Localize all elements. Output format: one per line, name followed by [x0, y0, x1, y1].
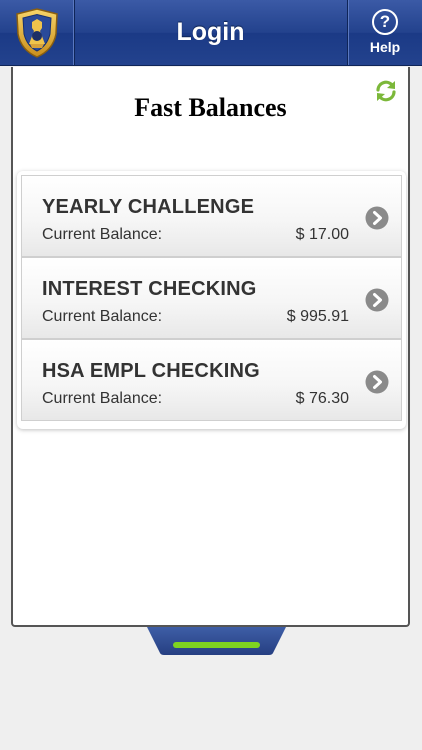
- top-nav-bar: Login ? Help: [0, 0, 422, 66]
- account-row-yearly-challenge[interactable]: YEARLY CHALLENGE Current Balance: $ 17.0…: [21, 175, 402, 257]
- chevron-right-icon: [365, 370, 389, 394]
- chevron-right-icon: [365, 288, 389, 312]
- help-button[interactable]: ? Help: [347, 0, 422, 65]
- balance-label: Current Balance:: [42, 390, 163, 407]
- help-icon: ?: [372, 9, 398, 35]
- bottom-drawer-tab[interactable]: [147, 627, 286, 655]
- account-name: HSA EMPL CHECKING: [42, 360, 260, 382]
- fast-balances-panel: Fast Balances YEARLY CHALLENGE Current B…: [11, 67, 410, 627]
- shield-logo-icon: [16, 7, 58, 58]
- balance-value: $ 17.00: [295, 226, 349, 243]
- balance-label: Current Balance:: [42, 226, 163, 243]
- refresh-icon[interactable]: [374, 79, 398, 103]
- help-label: Help: [369, 39, 401, 55]
- balance-value: $ 76.30: [295, 390, 349, 407]
- panel-title: Fast Balances: [134, 93, 287, 122]
- drawer-handle-icon: [173, 642, 260, 648]
- account-name: INTEREST CHECKING: [42, 278, 257, 300]
- account-list: YEARLY CHALLENGE Current Balance: $ 17.0…: [17, 171, 406, 429]
- account-row-interest-checking[interactable]: INTEREST CHECKING Current Balance: $ 995…: [21, 257, 402, 339]
- logo-button[interactable]: [0, 0, 75, 65]
- page-title: Login: [176, 18, 245, 46]
- balance-label: Current Balance:: [42, 308, 163, 325]
- chevron-right-icon: [365, 206, 389, 230]
- balance-value: $ 995.91: [286, 308, 349, 325]
- account-name: YEARLY CHALLENGE: [42, 196, 255, 218]
- account-row-hsa-empl-checking[interactable]: HSA EMPL CHECKING Current Balance: $ 76.…: [21, 339, 402, 421]
